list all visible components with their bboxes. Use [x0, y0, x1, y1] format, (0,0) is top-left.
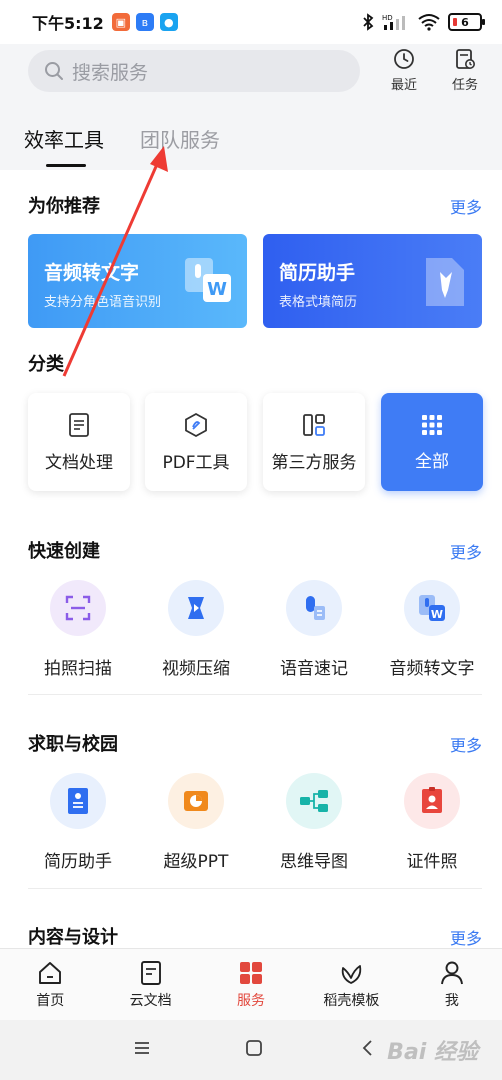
- career-label: 思维导图: [280, 852, 348, 872]
- pdf-icon: [185, 412, 207, 437]
- notification-app-icon: ▣: [111, 13, 130, 31]
- watermark: Bai 经验: [387, 1040, 478, 1065]
- menu-icon[interactable]: [132, 1038, 152, 1058]
- category-title: 分类: [28, 354, 64, 375]
- quick-create-title: 快速创建: [28, 541, 100, 562]
- wifi-icon: [418, 14, 440, 31]
- nav-templates[interactable]: 稻壳模板: [301, 949, 401, 1020]
- career-mindmap[interactable]: 思维导图: [254, 773, 374, 872]
- back-icon[interactable]: [358, 1038, 378, 1058]
- career-resume[interactable]: 简历助手: [18, 773, 138, 872]
- recent-label: 最近: [390, 78, 417, 93]
- nav-services[interactable]: 服务: [201, 949, 301, 1020]
- nav-cloud-docs[interactable]: 云文档: [100, 949, 200, 1020]
- audio-to-text-banner[interactable]: 音频转文字 支持分角色语音识别 W: [28, 234, 247, 328]
- search-placeholder: 搜索服务: [72, 61, 149, 84]
- category-all[interactable]: 全部: [381, 393, 483, 491]
- resume-helper-banner[interactable]: 简历助手 表格式填简历: [263, 234, 482, 328]
- audio-to-text-illustration: W: [185, 258, 231, 302]
- career-title: 求职与校园: [28, 734, 118, 755]
- recommend-title: 为你推荐: [28, 196, 100, 217]
- tasks-label: 任务: [451, 78, 478, 93]
- voice-memo-icon: [286, 580, 342, 636]
- user-icon: [440, 961, 463, 984]
- ppt-icon: [168, 773, 224, 829]
- leaf-icon: [342, 964, 362, 984]
- quick-create-more-link[interactable]: 更多: [450, 539, 482, 563]
- section-divider: [28, 888, 482, 889]
- nav-label: 稻壳模板: [323, 992, 380, 1009]
- svg-text:HD: HD: [382, 14, 393, 22]
- bluetooth-notification-icon: ʙ: [135, 13, 154, 31]
- quick-label: 视频压缩: [162, 659, 230, 679]
- nav-label: 云文档: [129, 992, 172, 1009]
- task-icon: [456, 49, 475, 69]
- svg-text:W: W: [431, 608, 443, 621]
- category-third-party[interactable]: 第三方服务: [263, 393, 365, 491]
- quick-label: 语音速记: [280, 659, 348, 679]
- id-photo-icon: [404, 773, 460, 829]
- tasks-button[interactable]: 任务: [445, 48, 485, 93]
- message-notification-icon: ●: [159, 13, 178, 31]
- category-label: 第三方服务: [271, 452, 357, 473]
- status-time: 下午5:12: [32, 14, 104, 33]
- bottom-navigation: 首页 云文档 服务 稻壳模板 我: [0, 948, 502, 1020]
- tab-team-services[interactable]: 团队服务: [140, 124, 220, 167]
- career-label: 证件照: [406, 852, 458, 872]
- recent-button[interactable]: 最近: [384, 48, 424, 93]
- career-label: 简历助手: [44, 852, 112, 872]
- resume-icon: [50, 773, 106, 829]
- video-compress-icon: [168, 580, 224, 636]
- audio-to-text-icon: W: [404, 580, 460, 636]
- home-square-icon[interactable]: [244, 1038, 264, 1058]
- search-input[interactable]: 搜索服务: [28, 50, 360, 92]
- nav-label: 首页: [36, 992, 65, 1009]
- search-icon: [45, 62, 63, 80]
- category-documents[interactable]: 文档处理: [28, 393, 130, 491]
- content-design-more-link[interactable]: 更多: [450, 925, 482, 949]
- quick-video-compress[interactable]: 视频压缩: [136, 580, 256, 679]
- quick-label: 音频转文字: [389, 659, 475, 679]
- section-divider: [28, 694, 482, 695]
- nav-label: 我: [444, 992, 459, 1009]
- category-label: 文档处理: [45, 452, 113, 473]
- bluetooth-icon: [363, 13, 374, 31]
- grid-layout-icon: [303, 413, 325, 436]
- resume-illustration: [426, 258, 464, 306]
- quick-label: 拍照扫描: [44, 659, 112, 679]
- battery-indicator: 6: [448, 13, 485, 31]
- nav-label: 服务: [237, 992, 266, 1009]
- career-id-photo[interactable]: 证件照: [372, 773, 492, 872]
- cloud-doc-icon: [140, 960, 161, 985]
- recommend-more-link[interactable]: 更多: [450, 194, 482, 218]
- clock-icon: [394, 49, 414, 69]
- signal-icon: HD: [382, 14, 405, 30]
- quick-voice-memo[interactable]: 语音速记: [254, 580, 374, 679]
- document-icon: [69, 412, 89, 437]
- top-header: 搜索服务 最近 任务 效率工具 团队服务: [0, 44, 502, 170]
- quick-scan[interactable]: 拍照扫描: [18, 580, 138, 679]
- career-more-link[interactable]: 更多: [450, 732, 482, 756]
- nav-me[interactable]: 我: [402, 949, 502, 1020]
- category-label: 全部: [415, 451, 449, 472]
- category-label: PDF工具: [162, 452, 230, 473]
- mindmap-icon: [286, 773, 342, 829]
- tab-efficiency-tools[interactable]: 效率工具: [24, 124, 104, 167]
- dots-grid-icon: [422, 414, 442, 435]
- scan-icon: [50, 580, 106, 636]
- category-pdf-tools[interactable]: PDF工具: [145, 393, 247, 491]
- quick-audio-to-text[interactable]: W 音频转文字: [372, 580, 492, 679]
- tab-bar: 效率工具 团队服务: [24, 124, 220, 167]
- home-icon: [39, 961, 62, 984]
- svg-text:W: W: [207, 279, 227, 300]
- status-bar: 下午5:12 ▣ ʙ ● HD 6: [0, 0, 502, 44]
- nav-home[interactable]: 首页: [0, 949, 100, 1020]
- services-icon: [240, 961, 263, 984]
- career-label: 超级PPT: [163, 852, 229, 872]
- career-super-ppt[interactable]: 超级PPT: [136, 773, 256, 872]
- content-design-title: 内容与设计: [28, 927, 118, 948]
